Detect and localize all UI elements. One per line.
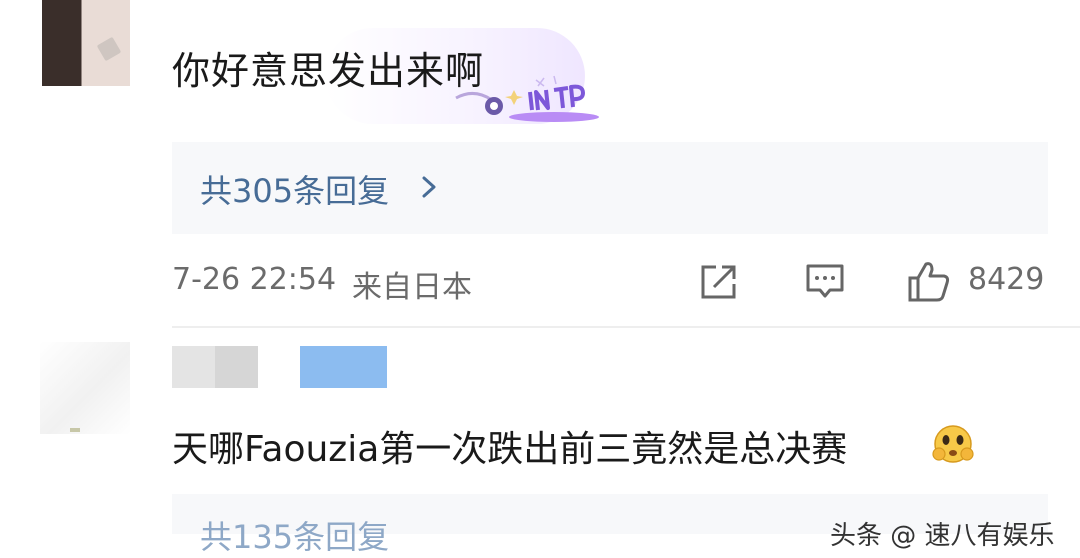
comment-location: 来自日本	[352, 270, 472, 305]
user-badge-redacted	[300, 346, 387, 388]
comment-time: 7-26 22:54	[172, 262, 337, 297]
avatar-highlight	[96, 36, 122, 62]
comment-text: 天哪Faouzia第一次跌出前三竟然是总决赛	[172, 429, 848, 470]
avatar[interactable]	[40, 342, 130, 434]
hugging-face-emoji-icon	[932, 424, 974, 464]
like-count: 8429	[968, 262, 1045, 297]
divider	[172, 326, 1080, 328]
share-icon[interactable]	[698, 262, 740, 302]
view-replies-link[interactable]: 共135条回复	[200, 512, 389, 558]
avatar[interactable]	[42, 0, 130, 86]
intp-badge-icon	[454, 62, 604, 124]
username-redacted[interactable]	[172, 346, 258, 388]
like-thumb-icon[interactable]	[906, 258, 952, 304]
comment-text: 你好意思发出来啊	[172, 49, 485, 93]
avatar-detail	[70, 428, 80, 432]
comment-icon[interactable]	[804, 262, 846, 302]
chevron-right-icon	[418, 172, 440, 202]
watermark: 头条 @ 速八有娱乐	[830, 521, 1055, 551]
view-replies-link[interactable]: 共305条回复	[200, 166, 389, 212]
